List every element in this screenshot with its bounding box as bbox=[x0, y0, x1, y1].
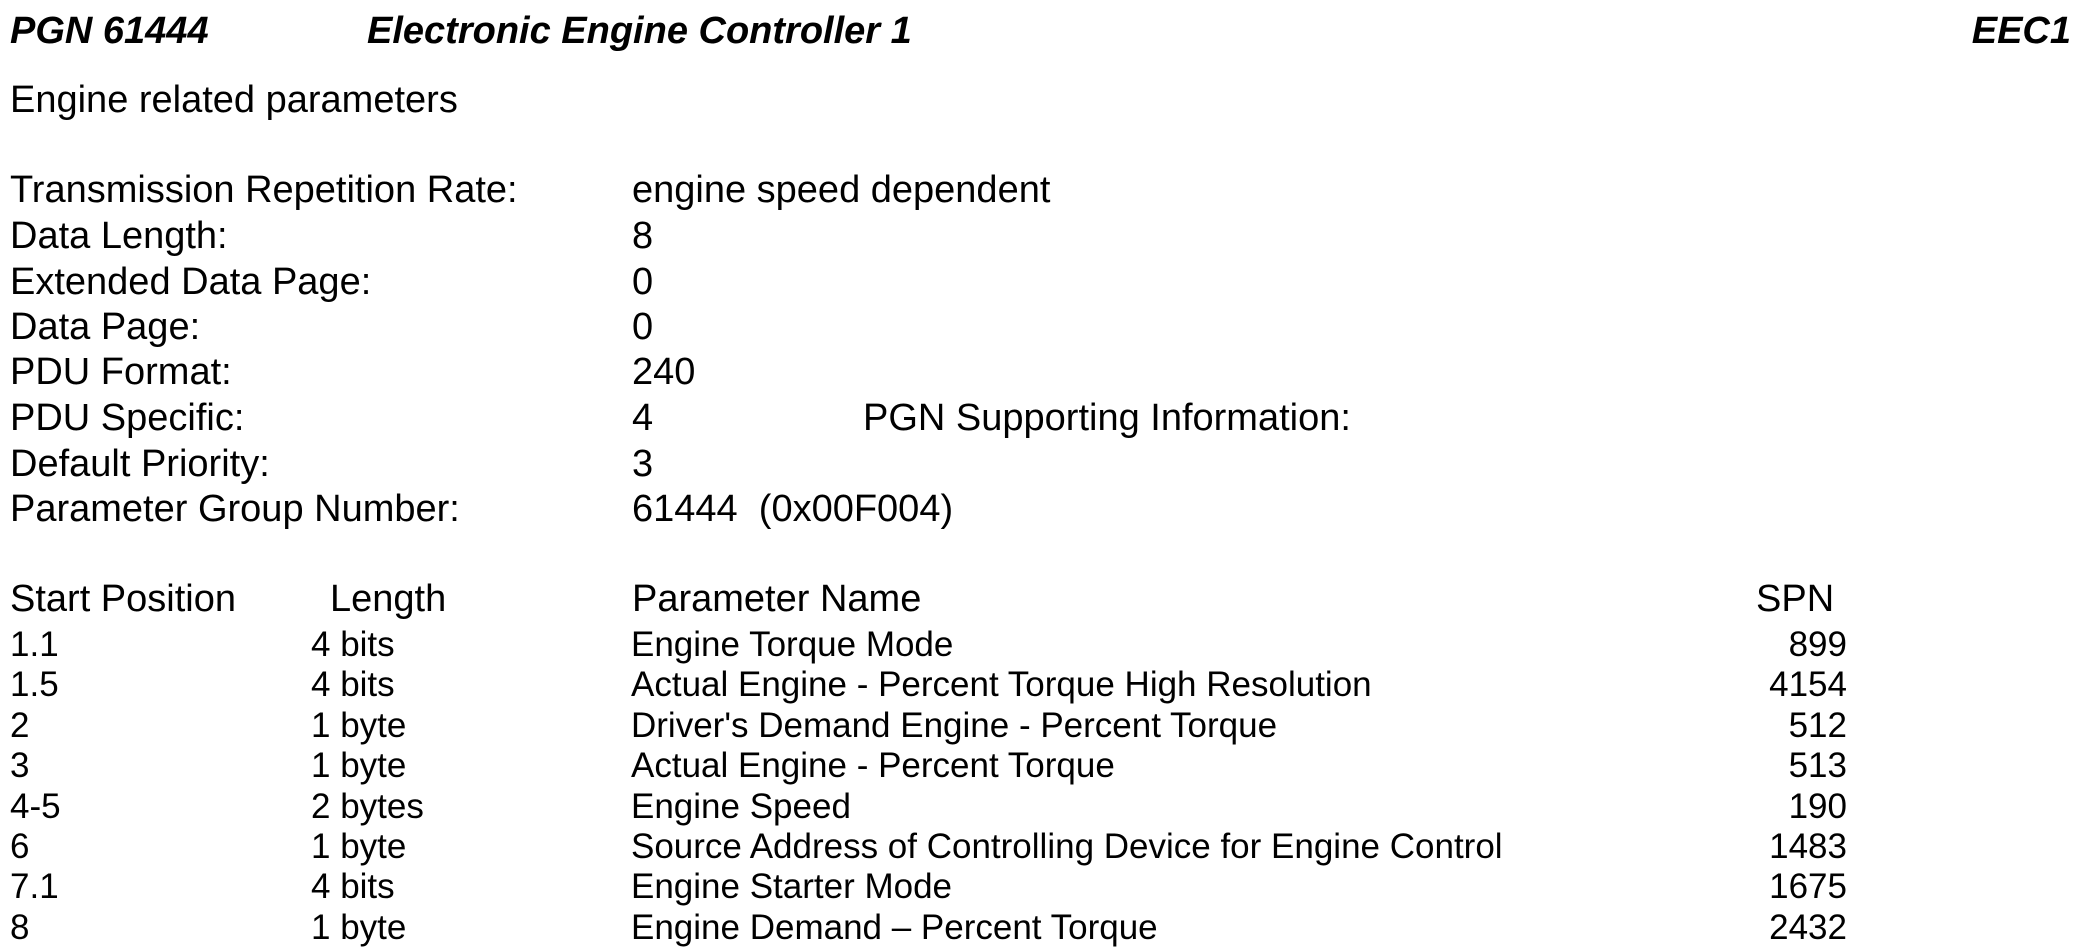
property-label: Default Priority: bbox=[10, 443, 270, 485]
property-label: Transmission Repetition Rate: bbox=[10, 169, 518, 211]
row-parameter-name: Driver's Demand Engine - Percent Torque bbox=[631, 706, 1278, 745]
property-label: Data Page: bbox=[10, 306, 201, 348]
row-spn: 190 bbox=[1788, 787, 1847, 826]
row-spn: 1483 bbox=[1769, 827, 1847, 866]
row-length: 1 byte bbox=[311, 827, 407, 866]
row-start: 3 bbox=[10, 746, 30, 785]
property-label: Extended Data Page: bbox=[10, 261, 372, 303]
property-value: engine speed dependent bbox=[632, 169, 1051, 211]
row-start: 2 bbox=[10, 706, 30, 745]
row-parameter-name: Engine Demand – Percent Torque bbox=[631, 908, 1158, 947]
row-start: 6 bbox=[10, 827, 30, 866]
row-length: 4 bits bbox=[311, 665, 395, 704]
row-start: 1.1 bbox=[10, 625, 59, 664]
property-label: PDU Format: bbox=[10, 351, 232, 393]
row-spn: 513 bbox=[1788, 746, 1847, 785]
row-parameter-name: Actual Engine - Percent Torque bbox=[631, 746, 1115, 785]
row-start: 1.5 bbox=[10, 665, 59, 704]
column-header-start-position: Start Position bbox=[10, 578, 236, 620]
column-header-parameter-name: Parameter Name bbox=[632, 578, 922, 620]
property-label: Parameter Group Number: bbox=[10, 488, 460, 530]
property-value: 0 bbox=[632, 306, 654, 348]
column-header-spn: SPN bbox=[1756, 578, 1835, 620]
row-spn: 1675 bbox=[1769, 867, 1847, 906]
pgn-number: PGN 61444 bbox=[10, 10, 209, 52]
property-value: 4 bbox=[632, 397, 654, 439]
property-label: Data Length: bbox=[10, 215, 228, 257]
row-spn: 2432 bbox=[1769, 908, 1847, 947]
property-value: 8 bbox=[632, 215, 654, 257]
row-parameter-name: Engine Torque Mode bbox=[631, 625, 954, 664]
row-length: 2 bytes bbox=[311, 787, 424, 826]
row-length: 4 bits bbox=[311, 867, 395, 906]
row-start: 7.1 bbox=[10, 867, 59, 906]
row-parameter-name: Actual Engine - Percent Torque High Reso… bbox=[631, 665, 1372, 704]
row-parameter-name: Engine Starter Mode bbox=[631, 867, 953, 906]
pgn-acronym: EEC1 bbox=[1971, 10, 2071, 52]
row-start: 8 bbox=[10, 908, 30, 947]
property-value: 0 bbox=[632, 261, 654, 303]
column-header-length: Length bbox=[330, 578, 447, 620]
row-parameter-name: Source Address of Controlling Device for… bbox=[631, 827, 1503, 866]
property-label: PDU Specific: bbox=[10, 397, 245, 439]
property-value: 61444 (0x00F004) bbox=[632, 488, 954, 530]
supporting-info-label: PGN Supporting Information: bbox=[863, 397, 1351, 439]
row-length: 4 bits bbox=[311, 625, 395, 664]
row-start: 4-5 bbox=[10, 787, 61, 826]
property-value: 240 bbox=[632, 351, 696, 393]
row-spn: 4154 bbox=[1769, 665, 1847, 704]
document-page: { "header": { "pgn": "PGN 61444", "title… bbox=[0, 0, 2082, 951]
row-length: 1 byte bbox=[311, 706, 407, 745]
row-parameter-name: Engine Speed bbox=[631, 787, 851, 826]
row-spn: 899 bbox=[1788, 625, 1847, 664]
description: Engine related parameters bbox=[10, 79, 458, 121]
row-length: 1 byte bbox=[311, 908, 407, 947]
property-value: 3 bbox=[632, 443, 654, 485]
row-spn: 512 bbox=[1788, 706, 1847, 745]
row-length: 1 byte bbox=[311, 746, 407, 785]
page-title: Electronic Engine Controller 1 bbox=[367, 10, 912, 52]
